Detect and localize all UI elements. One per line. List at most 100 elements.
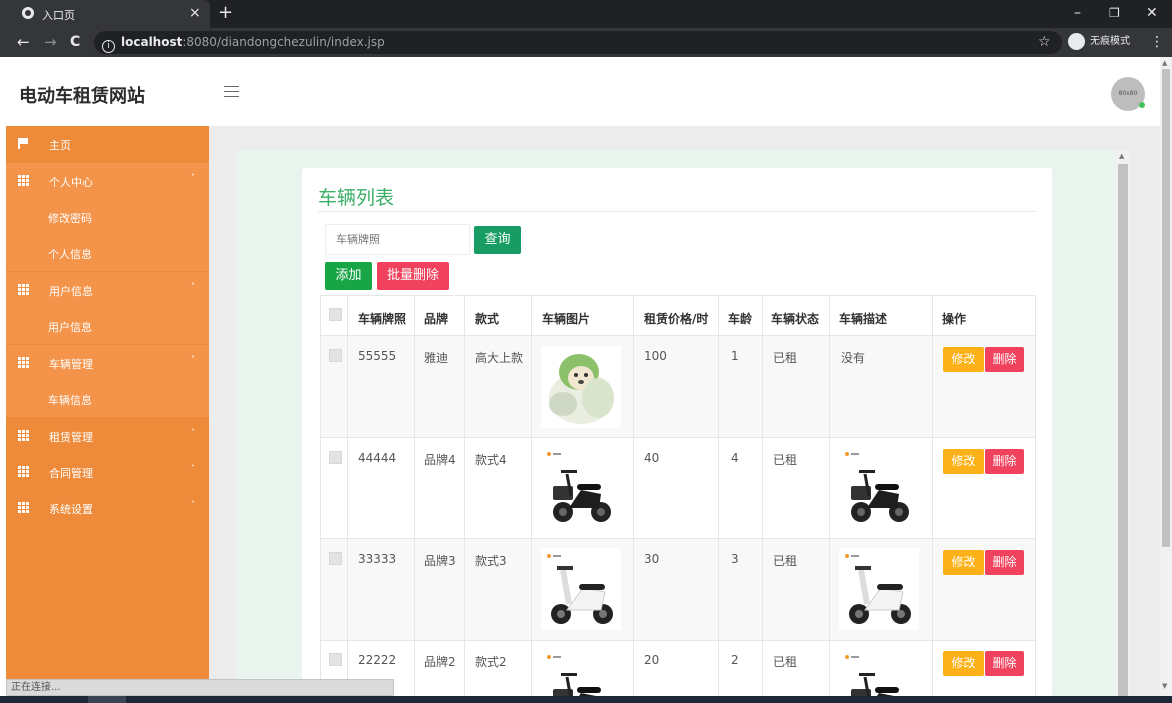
- column-header[interactable]: 车辆牌照: [358, 310, 406, 327]
- scroll-up-icon[interactable]: ▲: [1119, 152, 1124, 160]
- column-header[interactable]: 品牌: [424, 310, 448, 327]
- restore-icon[interactable]: ❐: [1109, 4, 1120, 22]
- new-tab-button[interactable]: +: [218, 3, 233, 23]
- edit-button[interactable]: 修改: [943, 651, 984, 676]
- sidebar-subitem-personal-info[interactable]: 个人信息: [6, 235, 209, 271]
- brand-cell: 品牌4: [424, 453, 456, 467]
- browser-menu-icon[interactable]: ⋮: [1150, 33, 1164, 51]
- close-tab-icon[interactable]: ×: [189, 5, 201, 21]
- sidebar-item-system-settings[interactable]: 系统设置 ˅: [6, 490, 209, 526]
- back-icon[interactable]: ←: [17, 33, 30, 51]
- scroll-thumb[interactable]: [1118, 164, 1128, 696]
- page-scrollbar[interactable]: ▲ ▼: [1160, 57, 1172, 696]
- description-cell: 没有: [841, 351, 866, 365]
- delete-button[interactable]: 删除: [985, 347, 1024, 372]
- column-header[interactable]: 车辆状态: [771, 310, 819, 327]
- black-scooter-photo-icon: [547, 655, 601, 696]
- age-cell: 1: [731, 349, 739, 363]
- bookmark-star-icon[interactable]: ☆: [1038, 33, 1051, 51]
- column-header[interactable]: 车龄: [728, 310, 752, 327]
- row-checkbox[interactable]: [329, 349, 342, 362]
- chevron-up-icon: ˄: [191, 282, 195, 291]
- row-divider: [321, 335, 1035, 336]
- delete-button[interactable]: 删除: [985, 550, 1024, 575]
- price-cell: 30: [644, 552, 660, 566]
- close-window-icon[interactable]: ✕: [1146, 4, 1158, 22]
- os-taskbar: [0, 696, 1172, 703]
- sidebar-item-vehicle-management[interactable]: 车辆管理 ˄: [6, 345, 209, 381]
- online-status-dot: [1139, 102, 1145, 108]
- browser-tab[interactable]: 入口页 ×: [0, 0, 210, 28]
- sidebar-item-personal-center[interactable]: 个人中心 ˄: [6, 163, 209, 199]
- minimize-icon[interactable]: –: [1074, 4, 1081, 22]
- scroll-thumb[interactable]: [1162, 69, 1170, 547]
- row-checkbox[interactable]: [329, 552, 342, 565]
- grid-icon: [18, 430, 29, 441]
- chevron-up-icon: ˄: [191, 173, 195, 182]
- forward-icon[interactable]: →: [44, 33, 57, 51]
- sidebar-item-rental-management[interactable]: 租赁管理 ˅: [6, 418, 209, 454]
- description-photo: [839, 649, 919, 696]
- column-header[interactable]: 款式: [475, 310, 499, 327]
- title-divider: [318, 211, 1036, 212]
- sidebar-item-label: 合同管理: [49, 467, 93, 480]
- column-header: 车辆图片: [542, 312, 591, 326]
- status-cell: 已租: [773, 453, 798, 467]
- edit-button[interactable]: 修改: [943, 449, 984, 474]
- column-divider: [414, 296, 415, 696]
- sidebar-item-user-info[interactable]: 用户信息 ˄: [6, 272, 209, 308]
- column-header: 车辆描述: [839, 312, 888, 326]
- select-all-checkbox[interactable]: [329, 308, 342, 321]
- add-button[interactable]: 添加: [325, 262, 372, 290]
- chevron-down-icon: ˅: [191, 428, 195, 437]
- grid-icon: [18, 175, 29, 186]
- row-checkbox[interactable]: [329, 653, 342, 666]
- taskbar-app[interactable]: [88, 696, 126, 703]
- row-checkbox[interactable]: [329, 451, 342, 464]
- delete-button[interactable]: 删除: [985, 449, 1024, 474]
- column-header[interactable]: 租赁价格/时: [644, 310, 708, 327]
- style-cell: 款式4: [475, 453, 507, 467]
- column-divider: [464, 296, 465, 696]
- sidebar-subitem-change-password[interactable]: 修改密码: [6, 199, 209, 235]
- grid-icon: [18, 284, 29, 295]
- scroll-down-icon[interactable]: ▼: [1162, 682, 1167, 690]
- browser-status-bar: 正在连接...: [6, 679, 394, 696]
- browser-toolbar: ← → C i localhost:8080/diandongchezulin/i…: [0, 28, 1172, 57]
- edit-button[interactable]: 修改: [943, 347, 984, 372]
- info-icon[interactable]: i: [102, 40, 115, 53]
- age-cell: 3: [731, 552, 739, 566]
- sidebar-subitem-label: 个人信息: [48, 248, 92, 261]
- scroll-up-icon[interactable]: ▲: [1162, 59, 1167, 67]
- sidebar-item-label: 车辆管理: [49, 358, 93, 371]
- query-button[interactable]: 查询: [474, 226, 521, 254]
- brand-cell: 品牌2: [424, 655, 456, 669]
- address-bar[interactable]: i localhost:8080/diandongchezulin/index.j…: [94, 31, 1062, 54]
- style-cell: 高大上款: [475, 351, 524, 365]
- sidebar-item-contract-management[interactable]: 合同管理 ˅: [6, 454, 209, 490]
- vehicle-list-panel: 车辆列表 查询 添加 批量删除 车辆牌照 品牌 款式 车辆图片 租赁价格/时 车…: [302, 168, 1052, 696]
- plate-cell: 22222: [358, 653, 397, 667]
- grid-icon: [18, 502, 29, 513]
- plate-cell: 55555: [358, 349, 397, 363]
- batch-delete-button[interactable]: 批量删除: [377, 262, 449, 290]
- edit-button[interactable]: 修改: [943, 550, 984, 575]
- sidebar-subitem-vehicle-info[interactable]: 车辆信息: [6, 381, 209, 417]
- brand-cell: 品牌3: [424, 554, 456, 568]
- plate-search-input[interactable]: [325, 224, 470, 255]
- reload-icon[interactable]: C: [70, 33, 80, 51]
- white-scooter-photo-icon: [845, 554, 911, 624]
- menu-toggle-icon[interactable]: [224, 86, 239, 97]
- sidebar-item-home[interactable]: 主页: [6, 126, 209, 162]
- sidebar-subitem-user-info[interactable]: 用户信息: [6, 308, 209, 344]
- incognito-badge[interactable]: 无痕模式: [1068, 32, 1130, 52]
- browser-tabbar: 入口页 × + – ❐ ✕: [0, 0, 1172, 28]
- age-cell: 2: [731, 653, 739, 667]
- column-divider: [932, 296, 933, 696]
- content-scrollbar[interactable]: ▲: [1116, 150, 1130, 696]
- vehicle-table: 车辆牌照 品牌 款式 车辆图片 租赁价格/时 车龄 车辆状态 车辆描述 操作 5…: [320, 295, 1036, 696]
- vehicle-photo: [541, 346, 621, 428]
- column-header: 操作: [942, 312, 967, 326]
- delete-button[interactable]: 删除: [985, 651, 1024, 676]
- tab-title: 入口页: [42, 9, 75, 22]
